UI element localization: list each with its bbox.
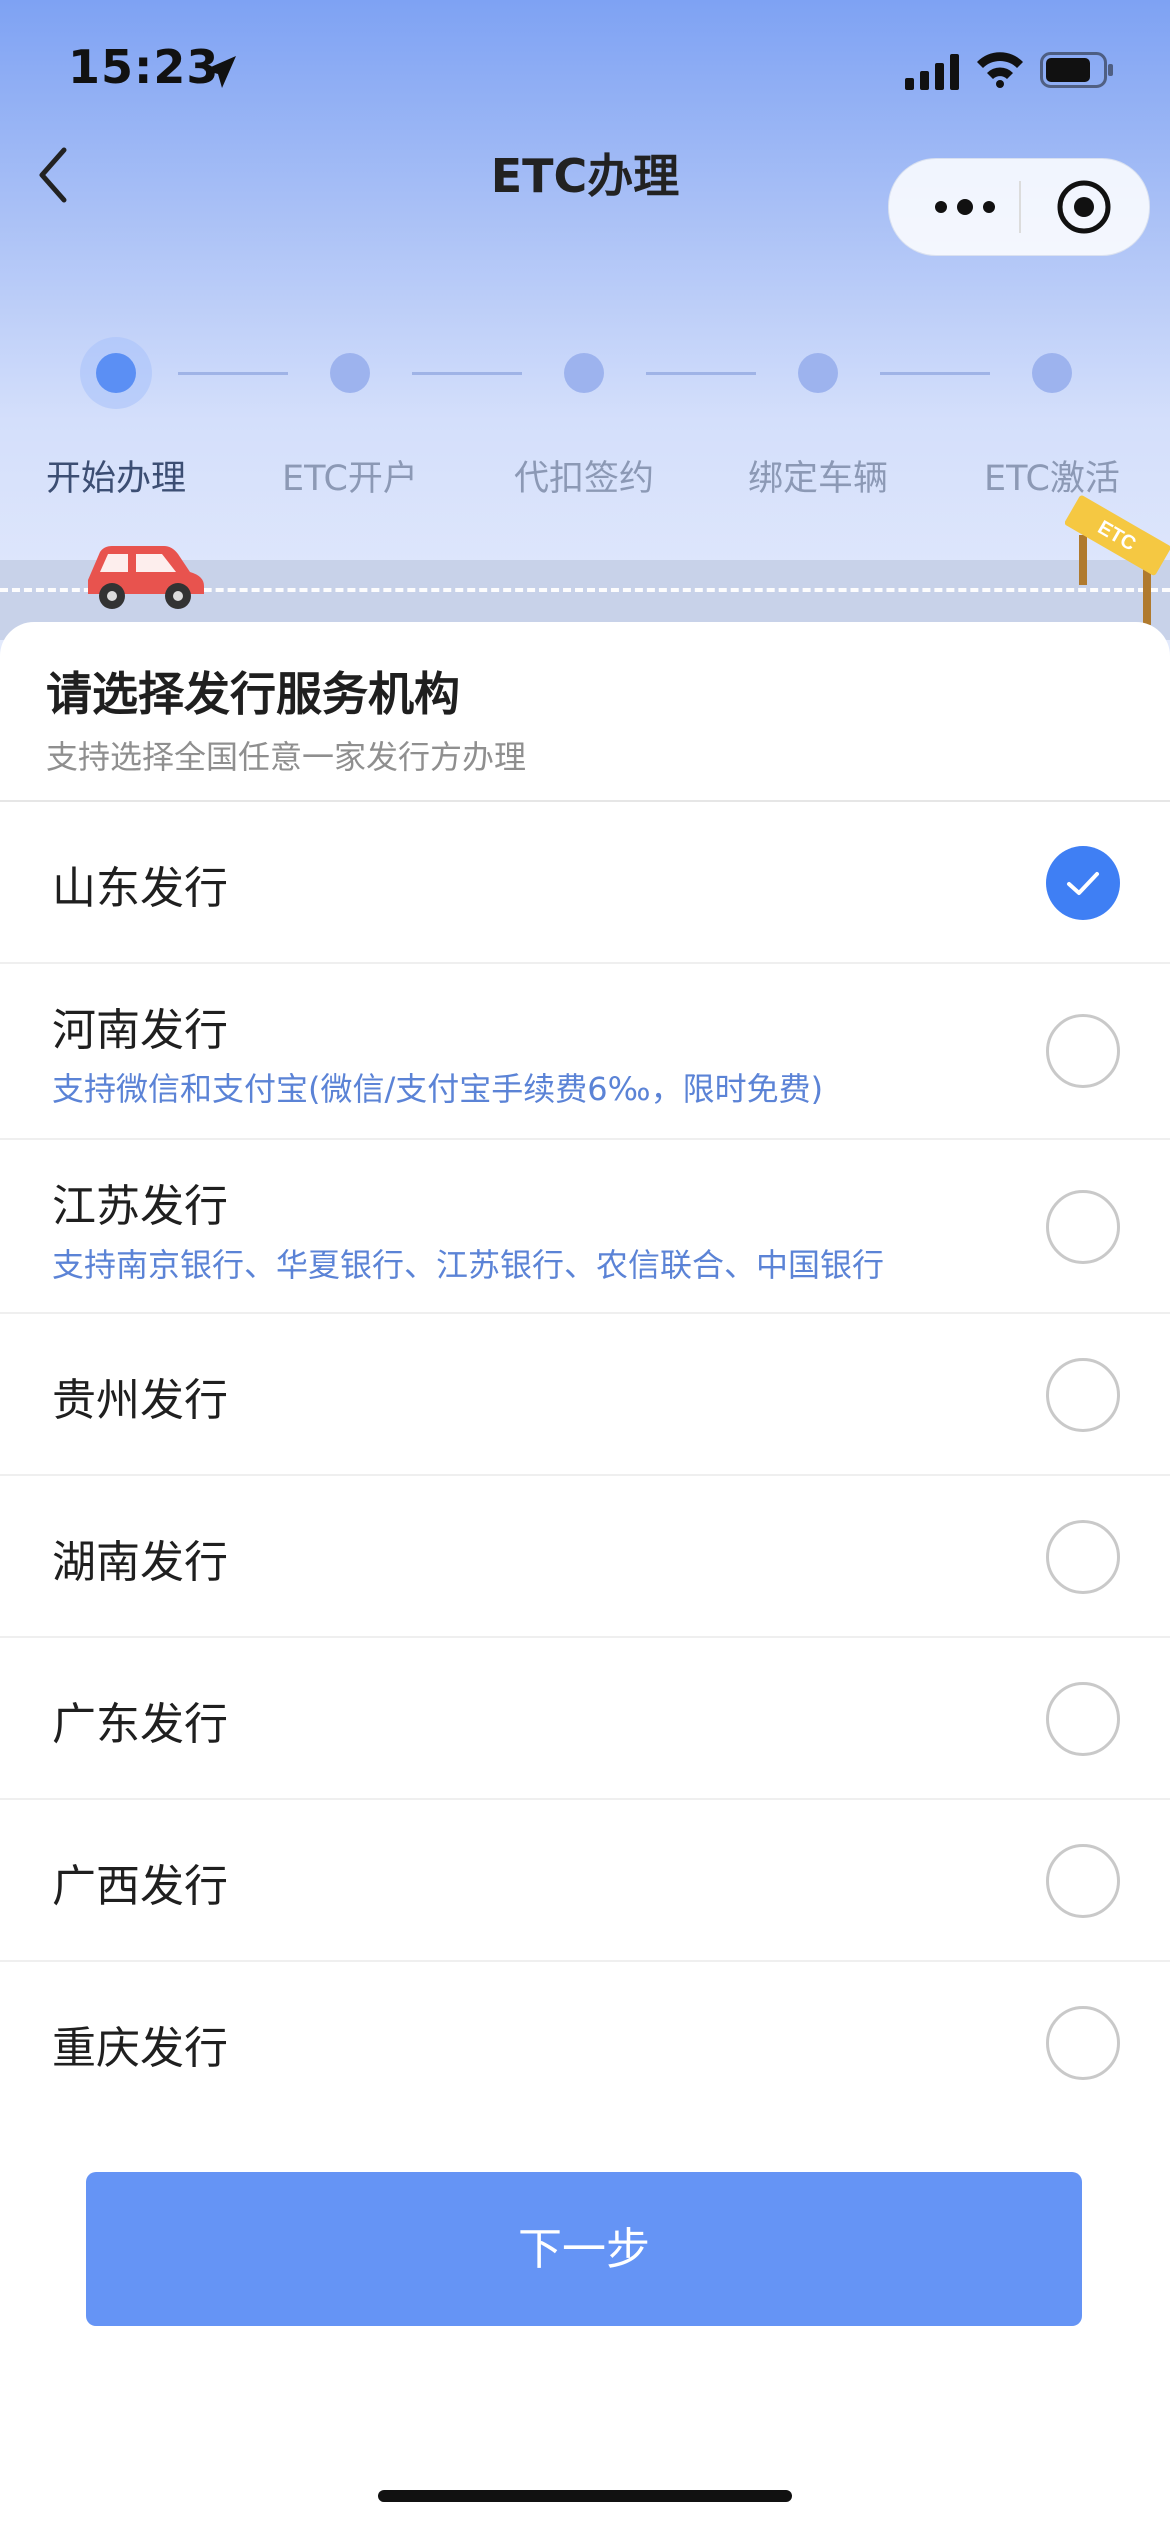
step-label-1: 开始办理 (45, 459, 186, 499)
option-note: 支持微信和支付宝(微信/支付宝手续费6‰，限时免费) (52, 1070, 824, 1108)
option-jiangsu[interactable]: 江苏发行 支持南京银行、华夏银行、江苏银行、农信联合、中国银行 (0, 1140, 1170, 1314)
step-label-5: ETC激活 (984, 459, 1120, 499)
radio-unchecked-icon[interactable] (1046, 1844, 1120, 1918)
more-dots-icon[interactable] (929, 189, 1009, 225)
status-bar: 15:23 (0, 40, 1170, 110)
mini-program-capsule (888, 158, 1150, 256)
close-target-icon[interactable] (1054, 177, 1114, 237)
status-time: 15:23 (68, 40, 220, 94)
radio-unchecked-icon[interactable] (1046, 2006, 1120, 2080)
step-label-3: 代扣签约 (513, 459, 654, 499)
cellular-signal-icon (905, 54, 959, 90)
radio-unchecked-icon[interactable] (1046, 1014, 1120, 1088)
radio-unchecked-icon[interactable] (1046, 1682, 1120, 1756)
step-dot-2 (330, 353, 370, 393)
option-henan[interactable]: 河南发行 支持微信和支付宝(微信/支付宝手续费6‰，限时免费) (0, 964, 1170, 1140)
step-label-2: ETC开户 (282, 459, 418, 499)
car-icon (88, 546, 204, 609)
option-shandong[interactable]: 山东发行 (0, 802, 1170, 964)
option-name: 重庆发行 (52, 2023, 228, 2074)
step-dot-4 (798, 353, 838, 393)
issuer-selection-panel: 请选择发行服务机构 支持选择全国任意一家发行方办理 山东发行 河南发行 支持微信… (0, 622, 1170, 2532)
step-dot-5 (1032, 353, 1072, 393)
step-connector (412, 372, 522, 375)
option-guizhou[interactable]: 贵州发行 (0, 1314, 1170, 1476)
panel-subtitle: 支持选择全国任意一家发行方办理 (46, 738, 527, 776)
next-step-button[interactable]: 下一步 (86, 2172, 1082, 2326)
progress-steps: 开始办理 ETC开户 代扣签约 绑定车辆 ETC激活 (0, 330, 1170, 510)
step-dot-3 (564, 353, 604, 393)
radio-unchecked-icon[interactable] (1046, 1520, 1120, 1594)
home-indicator[interactable] (378, 2490, 792, 2502)
option-name: 山东发行 (52, 863, 228, 914)
step-connector (646, 372, 756, 375)
option-name: 河南发行 (52, 1005, 228, 1056)
option-chongqing[interactable]: 重庆发行 (0, 1962, 1170, 2124)
step-dot-1 (96, 353, 136, 393)
step-connector (880, 372, 990, 375)
option-name: 广东发行 (52, 1699, 228, 1750)
etc-gate-sign: ETC (1065, 495, 1170, 625)
radio-checked-icon[interactable] (1046, 846, 1120, 920)
option-name: 江苏发行 (52, 1181, 228, 1232)
option-note: 支持南京银行、华夏银行、江苏银行、农信联合、中国银行 (52, 1246, 885, 1284)
option-name: 湖南发行 (52, 1537, 228, 1588)
panel-title: 请选择发行服务机构 (46, 667, 460, 721)
option-guangxi[interactable]: 广西发行 (0, 1800, 1170, 1962)
radio-unchecked-icon[interactable] (1046, 1358, 1120, 1432)
option-guangdong[interactable]: 广东发行 (0, 1638, 1170, 1800)
option-name: 贵州发行 (52, 1375, 228, 1426)
wifi-icon (977, 52, 1023, 88)
location-arrow-icon (204, 56, 236, 88)
step-connector (178, 372, 288, 375)
option-name: 广西发行 (52, 1861, 228, 1912)
battery-icon (1040, 52, 1113, 88)
radio-unchecked-icon[interactable] (1046, 1190, 1120, 1264)
option-hunan[interactable]: 湖南发行 (0, 1476, 1170, 1638)
step-label-4: 绑定车辆 (747, 459, 888, 499)
capsule-divider (1019, 181, 1021, 233)
